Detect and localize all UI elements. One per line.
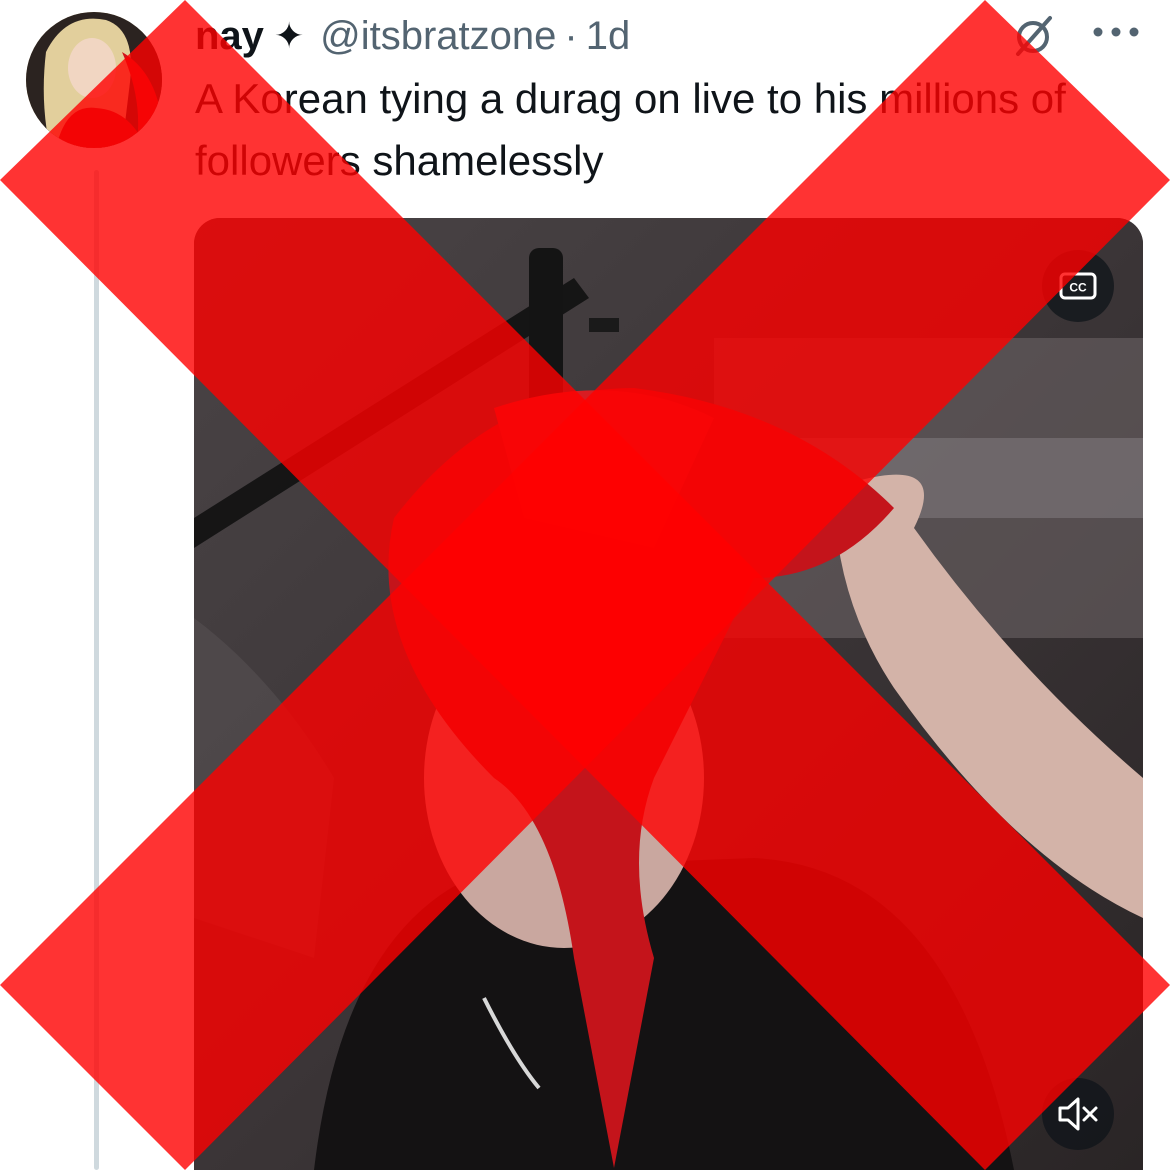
muted-speaker-icon [1058, 1097, 1098, 1131]
separator-dot: · [564, 14, 578, 58]
video-player[interactable]: CC [194, 218, 1143, 1170]
more-options-icon[interactable] [1090, 22, 1142, 42]
grok-icon[interactable] [1012, 14, 1056, 58]
avatar-portrait [26, 12, 162, 148]
tweet: nay ✦ @itsbratzone · 1d A Korean tying a… [0, 0, 1170, 1170]
sparkle-icon: ✦ [273, 15, 305, 56]
author-handle[interactable]: @itsbratzone [320, 8, 556, 64]
closed-captions-button[interactable]: CC [1042, 250, 1114, 322]
unmute-button[interactable] [1042, 1078, 1114, 1150]
video-frame [194, 218, 1143, 1170]
author-avatar[interactable] [26, 12, 162, 148]
closed-captions-icon: CC [1059, 272, 1097, 300]
svg-text:CC: CC [1069, 281, 1087, 295]
post-header: nay ✦ @itsbratzone · 1d [195, 8, 630, 64]
post-text: A Korean tying a durag on live to his mi… [195, 75, 1066, 184]
post-timestamp[interactable]: 1d [586, 8, 631, 64]
thread-line [94, 170, 99, 1170]
author-name[interactable]: nay [195, 8, 264, 64]
